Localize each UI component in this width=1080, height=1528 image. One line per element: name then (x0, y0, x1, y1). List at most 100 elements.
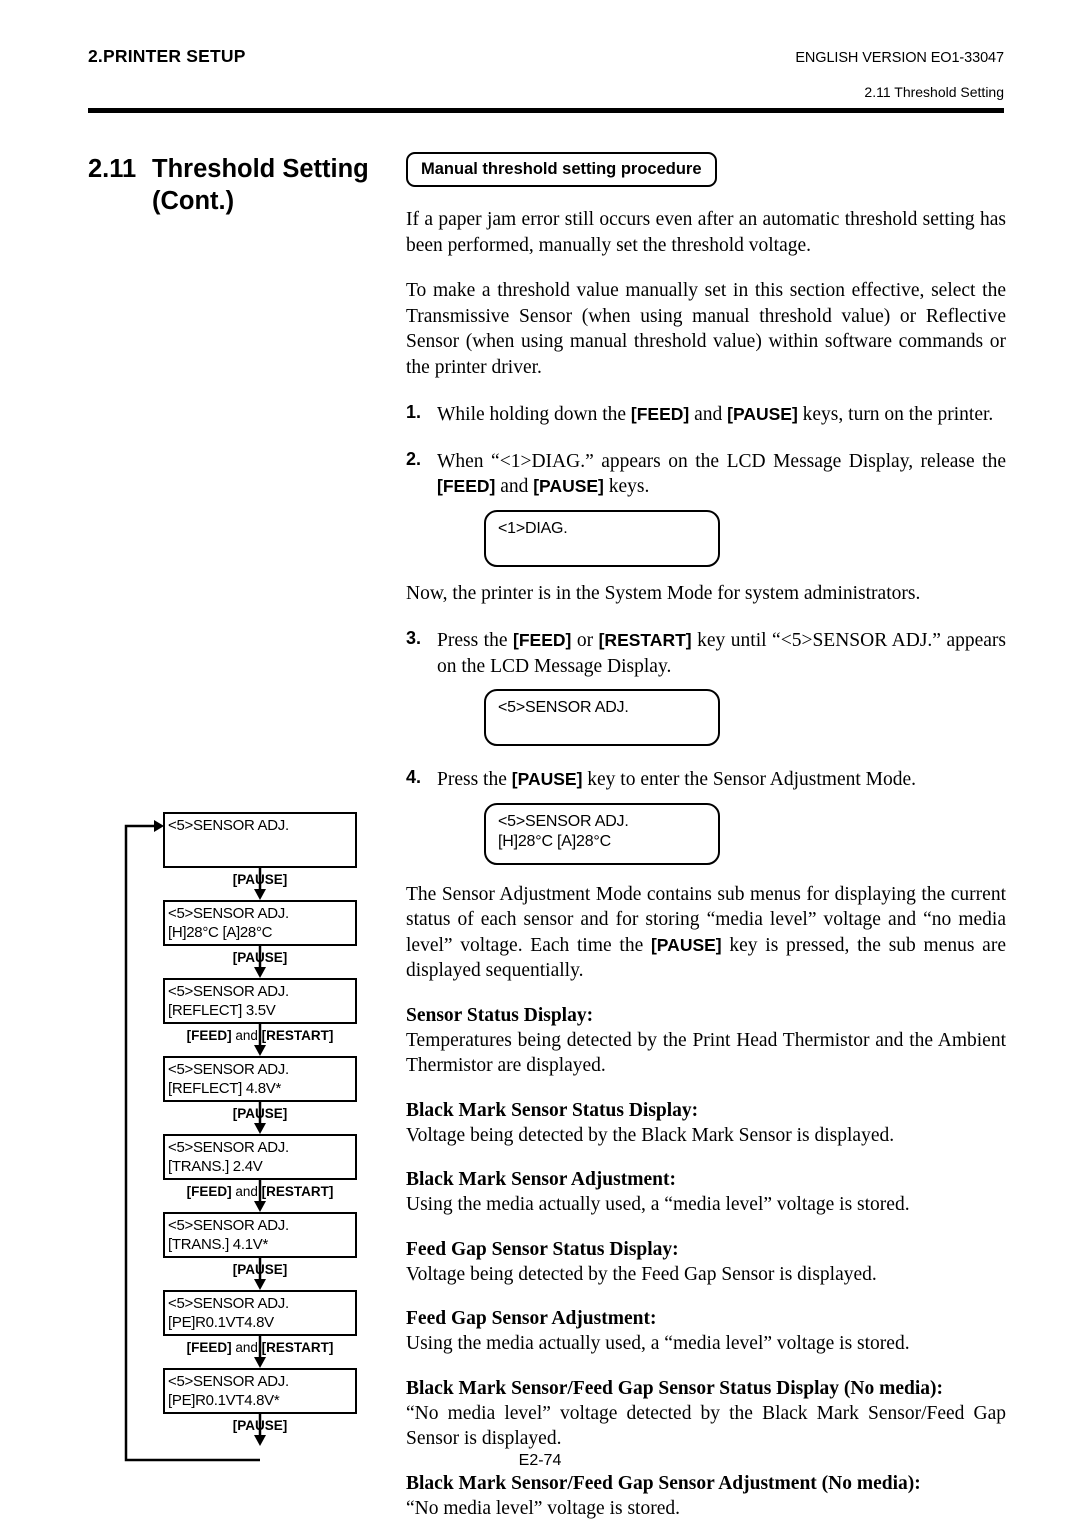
flowchart-box: <5>SENSOR ADJ. (163, 812, 357, 868)
subsection-heading: Black Mark Sensor/Feed Gap Sensor Status… (406, 1377, 943, 1399)
key-label: [FEED] (186, 1340, 232, 1355)
section-cont-label: (Cont.) (152, 187, 235, 215)
system-mode-note: Now, the printer is in the System Mode f… (406, 582, 921, 604)
text-run: or (571, 630, 599, 652)
header-version: ENGLISH VERSION EO1-33047 (795, 50, 1004, 66)
subsection-heading: Black Mark Sensor/Feed Gap Sensor Adjust… (406, 1472, 921, 1494)
key-label: [RESTART] (261, 1028, 334, 1043)
key-label: [PAUSE] (232, 1418, 288, 1433)
subsection-block: Sensor Status Display: Temperatures being… (406, 1003, 1006, 1079)
page-header: 2.PRINTER SETUP ENGLISH VERSION EO1-3304… (88, 46, 1004, 100)
subsection-heading: Sensor Status Display: (406, 1004, 594, 1026)
subsection-block: Black Mark Sensor/Feed Gap Sensor Adjust… (406, 1471, 1006, 1522)
flowchart-box: <5>SENSOR ADJ. [PE]R0.1VT4.8V (163, 1290, 357, 1336)
text-run: When “<1>DIAG.” appears on the LCD Messa… (437, 450, 1006, 472)
text-run: key to enter the Sensor Adjustment Mode. (582, 769, 917, 791)
subsection-block: Black Mark Sensor/Feed Gap Sensor Status… (406, 1376, 1006, 1452)
intro-paragraph-1: If a paper jam error still occurs even a… (406, 209, 1006, 256)
sensor-adjustment-flowchart: <5>SENSOR ADJ. <5>SENSOR ADJ. [H]28°C [A]2… (118, 812, 388, 1462)
subsection-heading: Feed Gap Sensor Adjustment: (406, 1308, 657, 1330)
intro-paragraph-2: To make a threshold value manually set i… (406, 280, 1006, 378)
section-number: 2.11 (88, 155, 137, 183)
key-label: [PAUSE] (232, 1262, 288, 1277)
lcd-display-diag: <1>DIAG. (484, 509, 720, 567)
flowchart-box-line: <5>SENSOR ADJ. (168, 1373, 289, 1390)
page-footer: E2-74 (0, 1452, 1080, 1470)
key-label: [RESTART] (261, 1340, 334, 1355)
flowchart-box-line: [REFLECT] 3.5V (168, 1002, 276, 1019)
lcd-line: [H]28°C [A]28°C (498, 832, 611, 850)
flowchart-box: <5>SENSOR ADJ. [H]28°C [A]28°C (163, 900, 357, 946)
subsection-text: Voltage being detected by the Feed Gap S… (406, 1263, 877, 1285)
flowchart-box-line: <5>SENSOR ADJ. (168, 1139, 289, 1156)
flowchart-transition-label: [PAUSE] (160, 1418, 360, 1433)
key-label: [PAUSE] (232, 1106, 288, 1121)
flowchart-box-line: [H]28°C [A]28°C (168, 924, 273, 941)
step-item-2: 2. When “<1>DIAG.” appears on the LCD Me… (406, 449, 1006, 567)
lcd-line: <1>DIAG. (498, 519, 568, 537)
flowchart-box: <5>SENSOR ADJ. [TRANS.] 4.1V* (163, 1212, 357, 1258)
step-item-4: 4. Press the [PAUSE] key to enter the Se… (406, 767, 1006, 865)
key-label: [FEED] (186, 1028, 232, 1043)
flowchart-box-line: [TRANS.] 4.1V* (168, 1236, 269, 1253)
text-run: and (231, 1340, 262, 1355)
header-divider (88, 108, 1004, 113)
step-marker: 4. (406, 767, 422, 788)
subsection-block: Black Mark Sensor Status Display: Voltage… (406, 1098, 1006, 1149)
mode-description-paragraph: The Sensor Adjustment Mode contains sub … (406, 882, 1006, 984)
subsection-text: “No media level” voltage detected by the… (406, 1402, 1006, 1450)
subsection-heading: Black Mark Sensor Status Display: (406, 1099, 699, 1121)
procedure-steps-list: 1. While holding down the [FEED] and [PA… (406, 402, 1006, 567)
key-label: [PAUSE] (727, 404, 798, 425)
flowchart-transition-label: [PAUSE] (160, 1106, 360, 1121)
step-marker: 3. (406, 628, 422, 649)
subsection-text: Temperatures being detected by the Print… (406, 1029, 1006, 1077)
step-item-3: 3. Press the [FEED] or [RESTART] key unt… (406, 628, 1006, 747)
subsection-list: Sensor Status Display: Temperatures being… (406, 1003, 1006, 1522)
flowchart-transition-label: [PAUSE] (160, 1262, 360, 1277)
flowchart-box: <5>SENSOR ADJ. [REFLECT] 4.8V* (163, 1056, 357, 1102)
flowchart-box-line: <5>SENSOR ADJ. (168, 983, 289, 1000)
flowchart-box: <5>SENSOR ADJ. [PE]R0.1VT4.8V* (163, 1368, 357, 1414)
text-run: While holding down the (437, 404, 631, 426)
procedure-heading-label: Manual threshold setting procedure (421, 160, 702, 178)
flowchart-box-line: [TRANS.] 2.4V (168, 1158, 263, 1175)
text-run: and (231, 1028, 262, 1043)
flowchart-box: <5>SENSOR ADJ. [TRANS.] 2.4V (163, 1134, 357, 1180)
key-label: [RESTART] (261, 1184, 334, 1199)
step-text: When “<1>DIAG.” appears on the LCD Messa… (437, 449, 1006, 500)
subsection-text: Using the media actually used, a “media … (406, 1194, 910, 1216)
lcd-line: <5>SENSOR ADJ. (498, 812, 629, 830)
step-item-1: 1. While holding down the [FEED] and [PA… (406, 402, 1006, 428)
lcd-display-sensor-adj: <5>SENSOR ADJ. (484, 689, 720, 747)
procedure-heading-box: Manual threshold setting procedure (406, 152, 717, 188)
flowchart-box-line: <5>SENSOR ADJ. (168, 1295, 289, 1312)
flowchart-box-line: [PE]R0.1VT4.8V* (168, 1392, 280, 1409)
key-label: [PAUSE] (232, 872, 288, 887)
flowchart-transition-label: [PAUSE] (160, 950, 360, 965)
key-label: [PAUSE] (232, 950, 288, 965)
flowchart-box-line: [REFLECT] 4.8V* (168, 1080, 282, 1097)
text-run: Press the (437, 769, 512, 791)
flowchart-box: <5>SENSOR ADJ. [REFLECT] 3.5V (163, 978, 357, 1024)
main-content: Manual threshold setting procedure If a … (406, 152, 1006, 1521)
text-run: keys, turn on the printer. (797, 404, 994, 426)
text-run: and (689, 404, 728, 426)
procedure-steps-list-2: 3. Press the [FEED] or [RESTART] key unt… (406, 628, 1006, 865)
flowchart-box-line: [PE]R0.1VT4.8V (168, 1314, 274, 1331)
subsection-block: Feed Gap Sensor Adjustment: Using the med… (406, 1306, 1006, 1357)
flowchart-transition-label: [FEED] and [RESTART] (160, 1028, 360, 1043)
section-title-text: Threshold Setting (152, 155, 369, 183)
subsection-text: “No media level” voltage is stored. (406, 1497, 680, 1519)
subsection-text: Using the media actually used, a “media … (406, 1333, 910, 1355)
text-run: keys. (603, 476, 650, 498)
flowchart-transition-label: [FEED] and [RESTART] (160, 1184, 360, 1199)
key-label: [FEED] (513, 630, 572, 651)
key-label: [PAUSE] (533, 476, 604, 497)
header-chapter-title: 2.PRINTER SETUP (88, 46, 246, 66)
subsection-block: Black Mark Sensor Adjustment: Using the m… (406, 1167, 1006, 1218)
text-run: Press the (437, 630, 514, 652)
text-run: and (495, 476, 534, 498)
flowchart-box-line: <5>SENSOR ADJ. (168, 1217, 289, 1234)
key-label: [FEED] (186, 1184, 232, 1199)
